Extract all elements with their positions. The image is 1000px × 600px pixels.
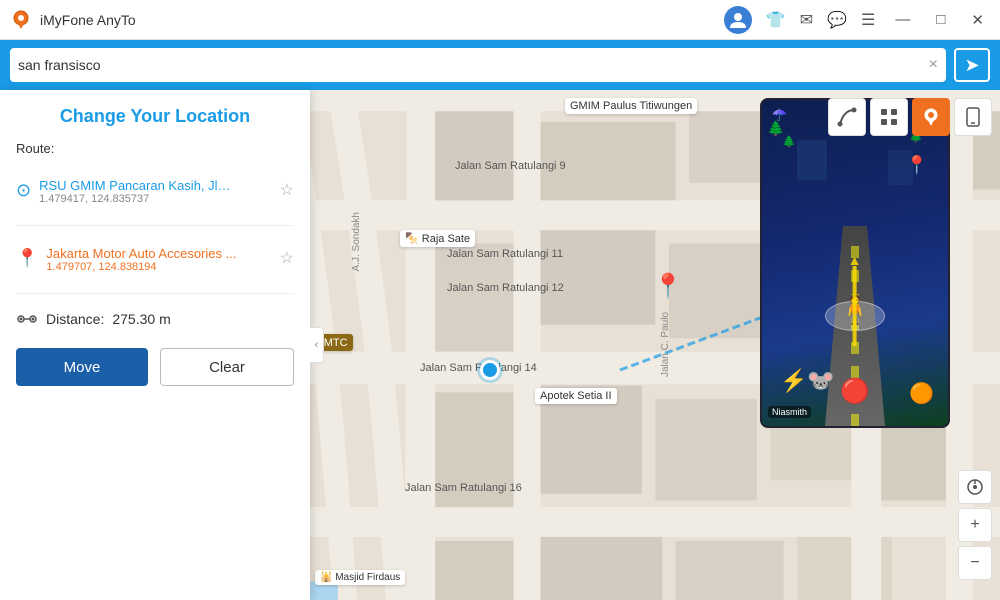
zoom-out-button[interactable]: − (958, 546, 992, 580)
route2-icon (878, 106, 900, 128)
chevron-left-icon: ‹ (315, 339, 319, 351)
route-start-favorite-button[interactable]: ☆ (280, 180, 294, 200)
titlebar-right: 👕 ✉ 💬 ☰ — □ ✕ (724, 6, 990, 34)
route-start-item: ⊙ RSU GMIM Pancaran Kasih, Jl. S... 1.47… (16, 172, 294, 211)
minimize-button[interactable]: — (889, 9, 916, 30)
compass-button[interactable] (958, 470, 992, 504)
location-marker-end: 📍 (653, 275, 677, 305)
map-label-sam9: Jalan Sam Ratulangi 9 (450, 158, 571, 174)
toolbar-pin-button[interactable] (912, 98, 950, 136)
pikachu-icon: ⚡🐭 (780, 368, 835, 394)
maximize-button[interactable]: □ (930, 9, 951, 30)
search-input[interactable] (18, 57, 925, 73)
titlebar-left: iMyFone AnyTo (10, 9, 136, 31)
panel-title: Change Your Location (16, 106, 294, 127)
panel-collapse-button[interactable]: ‹ (310, 327, 324, 363)
distance-value: 275.30 m (112, 311, 170, 327)
nav-controls: + − (958, 470, 992, 580)
map-label-jalan-paul: Jalan C. Paulo (655, 310, 676, 379)
route-label: Route: (16, 141, 294, 156)
route-start-icon: ⊙ (16, 180, 31, 201)
toolbar-route1-button[interactable] (828, 98, 866, 136)
app-title: iMyFone AnyTo (40, 12, 136, 28)
game-tree-left2: 🌲 (782, 135, 796, 148)
distance-icon (16, 308, 38, 330)
distance-row: Distance: 275.30 m (16, 308, 294, 330)
route-end-favorite-button[interactable]: ☆ (280, 248, 294, 268)
user-svg (729, 11, 747, 29)
action-row: Move Clear (16, 348, 294, 386)
close-button[interactable]: ✕ (965, 9, 990, 31)
route-end-info: Jakarta Motor Auto Accesories ... 1.4797… (46, 246, 271, 273)
map-toolbar (828, 98, 992, 136)
divider-2 (16, 293, 294, 294)
map-label-raja-sate: 🍢 Raja Sate (400, 230, 475, 247)
map-label-sam12: Jalan Sam Ratulangi 12 (442, 280, 569, 296)
search-bar: × ➤ (0, 40, 1000, 90)
plus-icon: + (970, 516, 979, 534)
main-area: GMIM Paulus Titiwungen 🍢 Raja Sate Jalan… (0, 90, 1000, 600)
pokestop-icon: 📍 (906, 155, 928, 176)
compass-icon (966, 478, 984, 496)
route-end-icon: 📍 (16, 248, 38, 269)
shirt-icon[interactable]: 👕 (766, 10, 786, 30)
map-label-gmim: GMIM Paulus Titiwungen (565, 98, 697, 114)
route-start-name: RSU GMIM Pancaran Kasih, Jl. S... (39, 178, 234, 193)
route-end-item: 📍 Jakarta Motor Auto Accesories ... 1.47… (16, 240, 294, 279)
map-label-aj-sondakh: A.J. Sondakh (346, 210, 367, 273)
route-end-coords: 1.479707, 124.838194 (46, 261, 271, 273)
game-item-icon: 🟠 (909, 381, 934, 406)
map-label-sam16: Jalan Sam Ratulangi 16 (400, 480, 527, 496)
game-building-left (797, 140, 827, 180)
location-marker-start (480, 360, 500, 380)
minus-icon: − (970, 554, 979, 572)
search-clear-button[interactable]: × (929, 56, 938, 74)
game-direction-arrow (853, 266, 857, 346)
app-logo-icon (10, 9, 32, 31)
distance-label: Distance: (46, 311, 104, 327)
move-button[interactable]: Move (16, 348, 148, 386)
route1-icon (836, 106, 858, 128)
clear-button[interactable]: Clear (160, 348, 294, 386)
pin-active-icon (920, 106, 942, 128)
titlebar: iMyFone AnyTo 👕 ✉ 💬 ☰ — □ ✕ (0, 0, 1000, 40)
pokeball-icon: 🔴 (840, 377, 870, 406)
map-label-sam11: Jalan Sam Ratulangi 11 (442, 246, 568, 262)
zoom-in-button[interactable]: + (958, 508, 992, 542)
search-input-wrap: × (10, 48, 946, 82)
toolbar-route2-button[interactable] (870, 98, 908, 136)
route-start-info: RSU GMIM Pancaran Kasih, Jl. S... 1.4794… (39, 178, 272, 205)
route-start-coords: 1.479417, 124.835737 (39, 193, 272, 205)
toolbar-device-button[interactable] (954, 98, 992, 136)
map-label-apotek: Apotek Setia II (535, 388, 617, 404)
menu-icon[interactable]: ☰ (861, 10, 875, 30)
avatar-icon[interactable] (724, 6, 752, 34)
mail-icon[interactable]: ✉ (800, 10, 813, 30)
map-label-masjid: 🕌 Masjid Firdaus (315, 570, 405, 585)
route-end-name: Jakarta Motor Auto Accesories ... (46, 246, 241, 261)
map-label-sam14: Jalan Sam Ratulangi 14 (415, 360, 542, 376)
divider-1 (16, 225, 294, 226)
search-go-button[interactable]: ➤ (954, 48, 990, 82)
game-overlay: ☂️ 🌲 🌲 🌲 🌲 📍 🧍 ⚡🐭 (760, 98, 950, 428)
chat-icon[interactable]: 💬 (827, 10, 847, 30)
game-player-name: Niasmith (768, 406, 811, 418)
device-icon (962, 106, 984, 128)
side-panel: Change Your Location Route: ⊙ RSU GMIM P… (0, 90, 310, 600)
arrow-right-icon: ➤ (964, 55, 979, 76)
game-canvas: ☂️ 🌲 🌲 🌲 🌲 📍 🧍 ⚡🐭 (762, 100, 948, 426)
